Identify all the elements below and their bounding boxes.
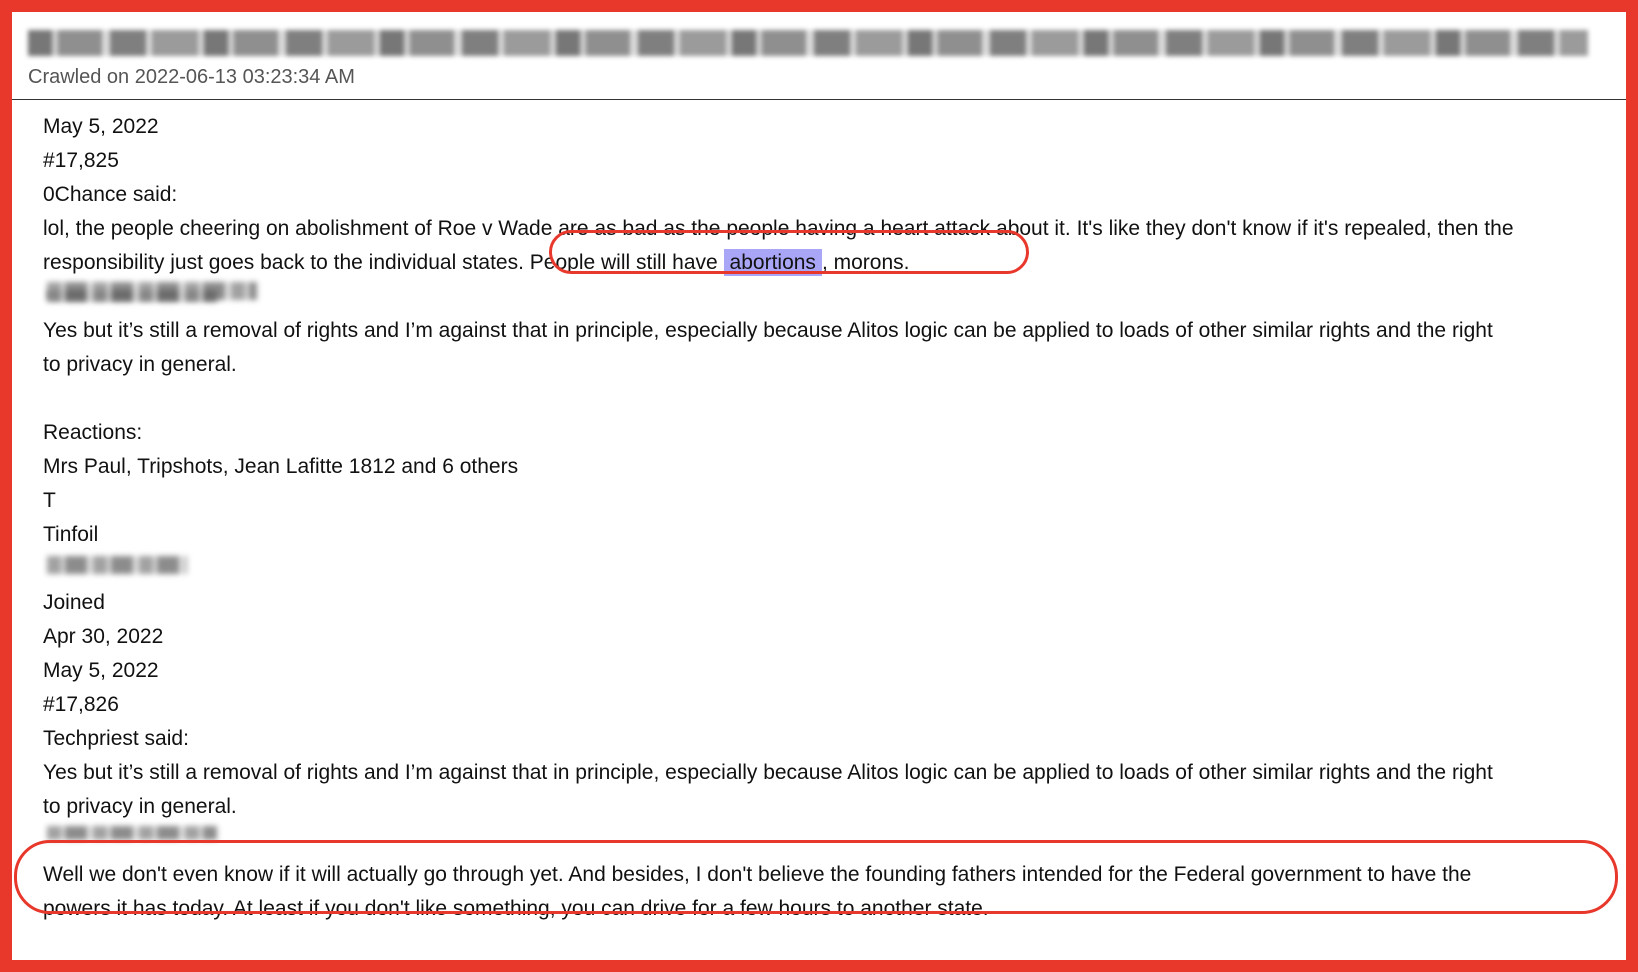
post-number-link[interactable]: #17,825 <box>43 144 119 178</box>
post-date: May 5, 2022 <box>43 115 159 138</box>
post-body-line: Yes but it’s still a removal of rights a… <box>43 319 1493 342</box>
annotation-oval <box>549 230 1029 274</box>
screenshot-frame: Crawled on 2022-06-13 03:23:34 AM May 5,… <box>12 12 1626 960</box>
redacted-user-title <box>47 290 217 302</box>
joined-label: Joined <box>43 591 105 614</box>
quote-text-segment: responsibility just goes back to the ind… <box>43 251 519 274</box>
reactions-list-link[interactable]: Mrs Paul, Tripshots, Jean Lafitte 1812 a… <box>43 450 518 484</box>
page-header: Crawled on 2022-06-13 03:23:34 AM <box>12 12 1626 100</box>
quote-text-line: to privacy in general. <box>43 795 237 818</box>
quote-author: Techpriest said: <box>43 727 189 750</box>
forum-thread: May 5, 2022 #17,825 0Chance said: lol, t… <box>43 100 1603 960</box>
crawled-timestamp: Crawled on 2022-06-13 03:23:34 AM <box>28 66 355 88</box>
post-date: May 5, 2022 <box>43 659 159 682</box>
avatar-letter[interactable]: T <box>43 484 56 518</box>
post-number-link[interactable]: #17,826 <box>43 688 119 722</box>
quote-text-line: Yes but it’s still a removal of rights a… <box>43 761 1493 784</box>
joined-date: Apr 30, 2022 <box>43 625 164 648</box>
redacted-user-title <box>47 556 187 574</box>
annotation-oval <box>14 840 1618 914</box>
post-body-line: to privacy in general. <box>43 353 237 376</box>
redacted-url <box>28 30 1588 56</box>
username-link[interactable]: Tinfoil <box>43 518 98 552</box>
quote-author: 0Chance said: <box>43 183 178 206</box>
redacted-username <box>47 826 217 840</box>
reactions-label: Reactions: <box>43 421 143 444</box>
